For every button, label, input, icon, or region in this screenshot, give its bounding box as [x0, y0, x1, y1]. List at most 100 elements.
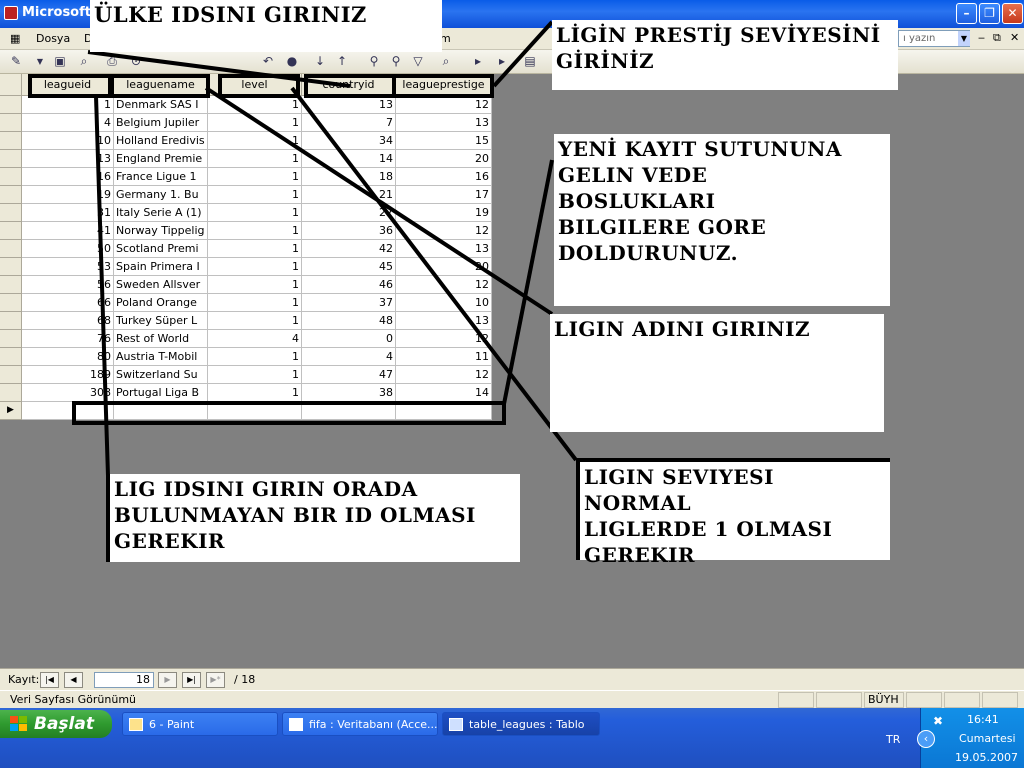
table-row[interactable]: 56 Sweden Allsver 1 46 12: [0, 276, 492, 294]
cell-leaguename[interactable]: Denmark SAS I: [114, 96, 208, 114]
row-selector[interactable]: [0, 330, 22, 348]
cell-countryid[interactable]: 18: [302, 168, 396, 186]
design-view-icon[interactable]: ✎: [8, 53, 24, 70]
cell-leaguename[interactable]: Rest of World: [114, 330, 208, 348]
filter-selection-icon[interactable]: ⚲: [366, 53, 382, 70]
cell-leagueprestige[interactable]: [396, 402, 492, 420]
access-app-icon[interactable]: [4, 6, 18, 20]
sort-ascending-icon[interactable]: ↓: [312, 53, 328, 70]
cell-leagueprestige[interactable]: 12: [396, 330, 492, 348]
cell-leagueprestige[interactable]: 15: [396, 132, 492, 150]
table-row[interactable]: 13 England Premie 1 14 20: [0, 150, 492, 168]
cell-countryid[interactable]: 38: [302, 384, 396, 402]
hyperlink-icon[interactable]: ●: [284, 53, 300, 70]
cell-leaguename[interactable]: Turkey Süper L: [114, 312, 208, 330]
cell-leagueprestige[interactable]: 11: [396, 348, 492, 366]
cell-leagueprestige[interactable]: 20: [396, 258, 492, 276]
cell-leagueid[interactable]: 13: [22, 150, 114, 168]
cell-level[interactable]: 1: [208, 132, 302, 150]
cell-level[interactable]: 1: [208, 222, 302, 240]
row-selector[interactable]: [0, 348, 22, 366]
cell-leaguename[interactable]: Scotland Premi: [114, 240, 208, 258]
table-row[interactable]: 76 Rest of World 4 0 12: [0, 330, 492, 348]
language-indicator[interactable]: TR: [886, 733, 900, 746]
cell-leagueid[interactable]: 68: [22, 312, 114, 330]
close-icon[interactable]: ✕: [1002, 3, 1023, 24]
cell-leaguename[interactable]: [114, 402, 208, 420]
cell-leagueid[interactable]: 10: [22, 132, 114, 150]
mdi-restore-icon[interactable]: ⧉: [993, 31, 1001, 45]
row-selector[interactable]: [0, 276, 22, 294]
cell-leagueid[interactable]: 16: [22, 168, 114, 186]
cell-level[interactable]: 4: [208, 330, 302, 348]
start-button[interactable]: Başlat: [0, 710, 112, 738]
cell-leaguename[interactable]: Portugal Liga B: [114, 384, 208, 402]
cell-countryid[interactable]: 42: [302, 240, 396, 258]
column-header-level[interactable]: level: [208, 74, 302, 96]
table-row[interactable]: 10 Holland Eredivis 1 34 15: [0, 132, 492, 150]
row-selector[interactable]: [0, 294, 22, 312]
row-selector[interactable]: [0, 204, 22, 222]
row-selector[interactable]: [0, 240, 22, 258]
network-icon[interactable]: ✖: [933, 714, 943, 728]
cell-leagueid[interactable]: 31: [22, 204, 114, 222]
cell-leagueid[interactable]: 66: [22, 294, 114, 312]
find-icon[interactable]: ⌕: [438, 53, 454, 70]
cell-countryid[interactable]: 46: [302, 276, 396, 294]
next-record-icon[interactable]: ▶: [158, 672, 177, 688]
view-dropdown-icon[interactable]: ▼: [32, 53, 48, 70]
cell-leagueid[interactable]: 308: [22, 384, 114, 402]
menu-dosya[interactable]: Dosya: [36, 32, 70, 45]
row-selector[interactable]: [0, 186, 22, 204]
table-row[interactable]: 189 Switzerland Su 1 47 12: [0, 366, 492, 384]
minimize-icon[interactable]: –: [956, 3, 977, 24]
cell-leagueid[interactable]: 76: [22, 330, 114, 348]
new-record-row[interactable]: ▶: [0, 402, 492, 420]
table-row[interactable]: 4 Belgium Jupiler 1 7 13: [0, 114, 492, 132]
cell-leaguename[interactable]: Holland Eredivis: [114, 132, 208, 150]
cell-leaguename[interactable]: Norway Tippelig: [114, 222, 208, 240]
row-selector[interactable]: [0, 258, 22, 276]
cell-countryid[interactable]: 45: [302, 258, 396, 276]
table-row[interactable]: 66 Poland Orange 1 37 10: [0, 294, 492, 312]
column-header-countryid[interactable]: countryid: [302, 74, 396, 96]
cell-level[interactable]: 1: [208, 276, 302, 294]
taskbar-item-paint[interactable]: 6 - Paint: [122, 712, 278, 736]
cell-leagueprestige[interactable]: 16: [396, 168, 492, 186]
cell-leagueprestige[interactable]: 10: [396, 294, 492, 312]
cell-leagueid[interactable]: 189: [22, 366, 114, 384]
mdi-minimize-icon[interactable]: ‒: [978, 31, 985, 44]
table-row[interactable]: 41 Norway Tippelig 1 36 12: [0, 222, 492, 240]
table-row[interactable]: 31 Italy Serie A (1) 1 27 19: [0, 204, 492, 222]
filter-form-icon[interactable]: ⚲: [388, 53, 404, 70]
row-selector[interactable]: [0, 384, 22, 402]
cell-countryid[interactable]: 36: [302, 222, 396, 240]
table-row[interactable]: 80 Austria T-Mobil 1 4 11: [0, 348, 492, 366]
cell-countryid[interactable]: 37: [302, 294, 396, 312]
row-selector[interactable]: [0, 96, 22, 114]
clock-time[interactable]: 16:41: [967, 713, 999, 726]
cell-leaguename[interactable]: France Ligue 1: [114, 168, 208, 186]
new-record-selector-icon[interactable]: ▶: [0, 402, 22, 420]
cell-leagueid[interactable]: 4: [22, 114, 114, 132]
undo-icon[interactable]: ↶: [260, 53, 276, 70]
cell-countryid[interactable]: 47: [302, 366, 396, 384]
cell-countryid[interactable]: 4: [302, 348, 396, 366]
new-record-nav-icon[interactable]: ▶*: [206, 672, 225, 688]
cell-countryid[interactable]: [302, 402, 396, 420]
cell-level[interactable]: [208, 402, 302, 420]
cell-countryid[interactable]: 27: [302, 204, 396, 222]
cell-leagueprestige[interactable]: 12: [396, 96, 492, 114]
cell-leagueprestige[interactable]: 12: [396, 276, 492, 294]
select-all-corner[interactable]: [0, 74, 22, 96]
row-selector[interactable]: [0, 114, 22, 132]
cell-countryid[interactable]: 0: [302, 330, 396, 348]
cell-level[interactable]: 1: [208, 348, 302, 366]
delete-record-icon[interactable]: ▸: [494, 53, 510, 70]
cell-level[interactable]: 1: [208, 186, 302, 204]
cell-leagueid[interactable]: 50: [22, 240, 114, 258]
cell-leagueprestige[interactable]: 13: [396, 114, 492, 132]
taskbar-item-fifa-db[interactable]: fifa : Veritabanı (Acce...: [282, 712, 438, 736]
cell-leagueprestige[interactable]: 19: [396, 204, 492, 222]
column-header-leaguename[interactable]: leaguename: [114, 74, 208, 96]
